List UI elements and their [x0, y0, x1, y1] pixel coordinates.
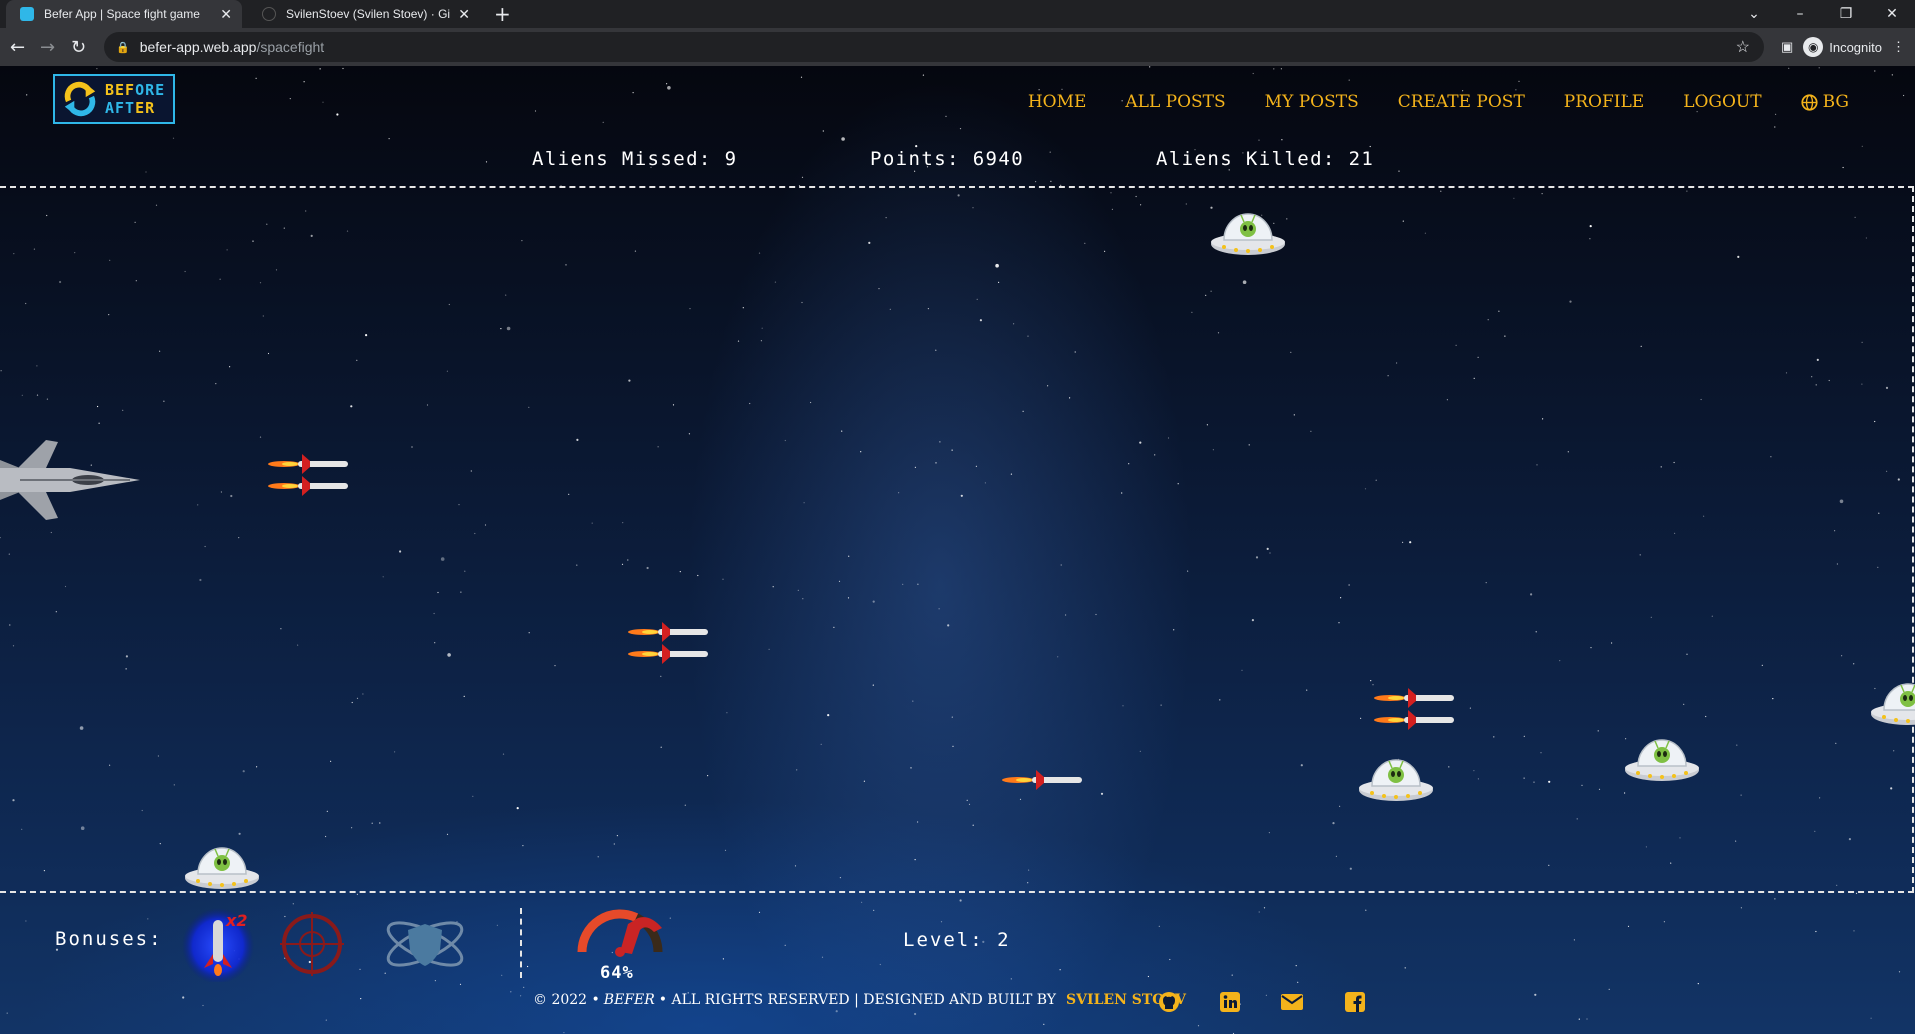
befer-logo[interactable]: BEFORE AFTER [53, 74, 175, 124]
incognito-label: Incognito [1829, 39, 1882, 55]
bookmark-star-icon[interactable]: ☆ [1736, 37, 1750, 57]
back-icon[interactable]: ← [10, 37, 25, 58]
nav-home[interactable]: HOME [1028, 92, 1087, 112]
nav-profile[interactable]: PROFILE [1564, 92, 1644, 112]
url-path: /spacefight [256, 39, 325, 55]
browser-toolbar: ← → ↻ 🔒 befer-app.web.app/spacefight ☆ ▣… [0, 28, 1915, 66]
alien-ufo [1358, 759, 1434, 802]
github-favicon-icon [262, 7, 276, 21]
befer-favicon-icon [20, 7, 34, 21]
forward-icon[interactable]: → [40, 37, 55, 58]
footer-rights: • ALL RIGHTS RESERVED | DESIGNED AND BUI… [658, 992, 1057, 1008]
reload-icon[interactable]: ↻ [71, 37, 86, 58]
tab-title: SvilenStoev (Svilen Stoev) · GitHu [286, 7, 451, 21]
toolbar-right: ▣ ◉ Incognito ⋮ [1781, 34, 1905, 60]
player-double-missile [628, 622, 708, 664]
logo-text: BEFORE AFTER [105, 81, 165, 117]
nav-logout[interactable]: LOGOUT [1683, 92, 1761, 112]
footer-brand: BEFER [603, 992, 655, 1008]
logo-text-after-a: AFT [105, 99, 136, 117]
alien-ufo [1624, 739, 1700, 782]
hud-separator [520, 908, 522, 978]
player-missile [1002, 770, 1082, 790]
aliens-missed: Aliens Missed: 9 [532, 148, 738, 170]
nav-create-post[interactable]: CREATE POST [1398, 92, 1525, 112]
double-missile-bonus-icon[interactable]: x2 [180, 906, 256, 982]
close-tab-icon[interactable]: ✕ [458, 6, 470, 23]
tab-search-icon[interactable]: ⌄ [1731, 6, 1777, 22]
language-switcher[interactable]: BG [1801, 92, 1849, 112]
points: Points: 6940 [870, 148, 1025, 170]
alien-ufo [1210, 213, 1286, 256]
footer-copyright: © 2022 • [533, 992, 600, 1008]
speed-gauge-icon [577, 909, 663, 957]
bonus-badge: x2 [225, 911, 247, 930]
player-double-missile [1374, 688, 1454, 730]
logo-text-after-b: ER [135, 99, 156, 117]
space-fight-page: BEFORE AFTER HOME ALL POSTS MY POSTS CRE… [0, 66, 1915, 1034]
level-indicator: Level: 2 [903, 929, 1011, 951]
bonuses-label: Bonuses: [55, 928, 163, 950]
email-icon[interactable] [1280, 990, 1304, 1014]
tab-title: Befer App | Space fight game [44, 7, 200, 21]
language-label: BG [1822, 92, 1849, 112]
player-spaceship[interactable] [0, 438, 142, 522]
globe-icon [1801, 93, 1818, 111]
player-double-missile [268, 454, 348, 496]
new-tab-icon[interactable]: + [494, 2, 511, 26]
tab-github[interactable]: SvilenStoev (Svilen Stoev) · GitHu ✕ [248, 0, 480, 28]
speed-value: 64% [600, 963, 634, 983]
logo-text-before-b: ORE [135, 81, 166, 99]
logo-text-before-a: BEF [105, 81, 136, 99]
address-bar[interactable]: 🔒 befer-app.web.app/spacefight ☆ [104, 32, 1764, 62]
close-tab-icon[interactable]: ✕ [220, 6, 232, 23]
side-panel-icon[interactable]: ▣ [1781, 39, 1793, 55]
incognito-icon: ◉ [1803, 37, 1824, 57]
alien-ufo [1870, 683, 1915, 726]
facebook-icon[interactable] [1343, 990, 1367, 1014]
nav-my-posts[interactable]: MY POSTS [1265, 92, 1359, 112]
shield-bonus-icon[interactable] [382, 906, 468, 982]
browser-menu-icon[interactable]: ⋮ [1892, 39, 1905, 55]
tab-befer-app[interactable]: Befer App | Space fight game ✕ [6, 0, 242, 28]
aliens-killed: Aliens Killed: 21 [1156, 148, 1375, 170]
nav-all-posts[interactable]: ALL POSTS [1125, 92, 1225, 112]
minimize-icon[interactable]: – [1777, 6, 1823, 22]
url-host: befer-app.web.app [139, 39, 257, 55]
lock-icon[interactable]: 🔒 [116, 41, 130, 54]
footer: © 2022 • BEFER • ALL RIGHTS RESERVED | D… [533, 992, 1186, 1008]
linkedin-icon[interactable] [1218, 990, 1242, 1014]
github-icon[interactable] [1157, 990, 1181, 1014]
game-arena[interactable] [0, 186, 1914, 893]
refresh-arrows-logo-icon [64, 81, 96, 117]
restore-icon[interactable]: ❐ [1823, 6, 1869, 22]
browser-tab-bar: Befer App | Space fight game ✕ SvilenSto… [0, 0, 1915, 28]
window-controls: ⌄ – ❐ ✕ [1731, 0, 1915, 28]
crosshair-bonus-icon[interactable] [274, 906, 350, 982]
alien-ufo [184, 847, 260, 890]
score-bar: Aliens Missed: 9 Points: 6940 Aliens Kil… [0, 148, 1915, 172]
close-window-icon[interactable]: ✕ [1869, 6, 1915, 22]
main-nav: HOME ALL POSTS MY POSTS CREATE POST PROF… [1028, 92, 1849, 112]
incognito-indicator[interactable]: ◉ Incognito [1803, 37, 1882, 57]
